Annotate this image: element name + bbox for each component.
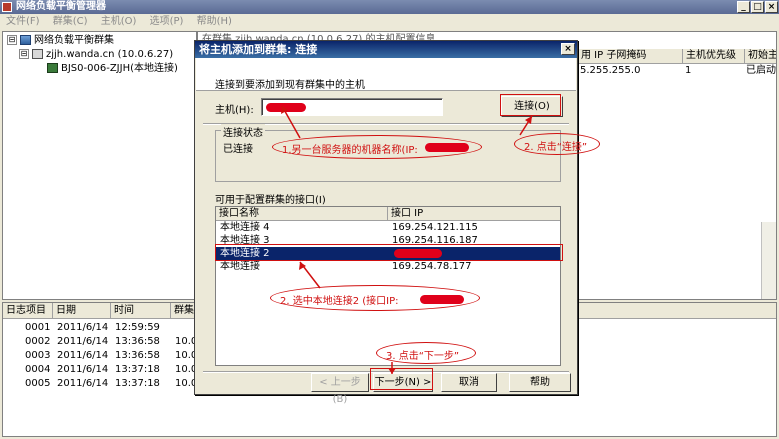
arrow-head	[281, 106, 288, 114]
annotation-step4: 3. 点击“下一步”	[386, 351, 460, 362]
annotation-step2: 2. 点击“连接”	[524, 142, 588, 153]
selected-row-highlight-box	[215, 244, 563, 261]
annotation-step3: 2. 选中本地连接2 (接口IP:	[280, 296, 399, 307]
redacted-ip-1	[425, 143, 469, 152]
annotation-step1: 1.另一台服务器的机器名称(IP:	[282, 145, 418, 156]
next-highlight-box	[370, 368, 433, 390]
redacted-ip-2	[420, 295, 464, 304]
